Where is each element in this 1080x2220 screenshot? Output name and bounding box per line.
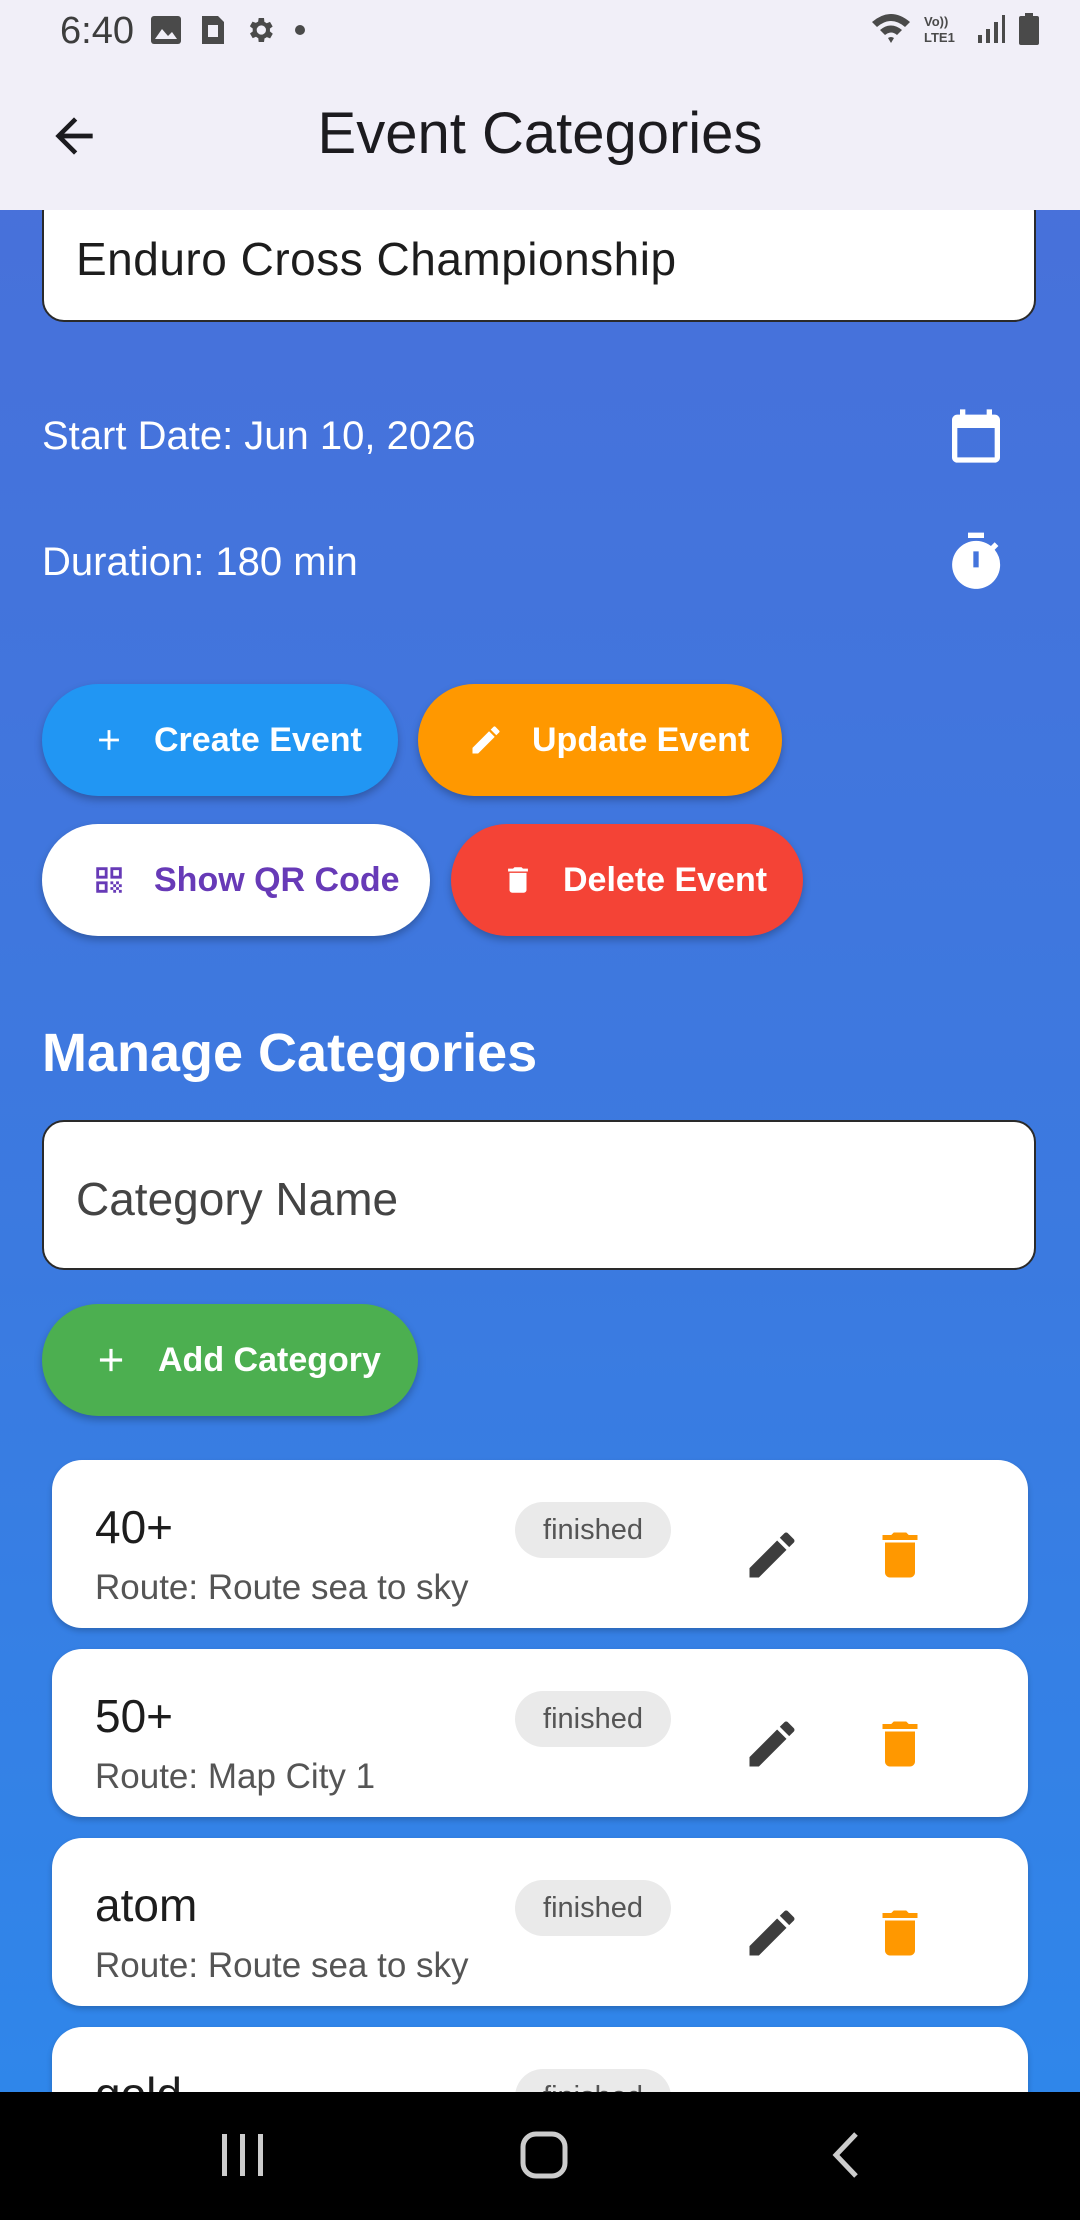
category-name-placeholder: Category Name bbox=[76, 1173, 399, 1225]
category-name-field[interactable]: Category Name bbox=[42, 1120, 1036, 1270]
status-time: 6:40 bbox=[60, 10, 134, 52]
start-date-label: Start Date: Jun 10, 2026 bbox=[42, 414, 476, 458]
category-name: 50+ bbox=[95, 1690, 174, 1742]
back-nav-icon[interactable] bbox=[826, 2130, 866, 2180]
create-event-button[interactable]: Create Event bbox=[42, 684, 398, 796]
duration-label: Duration: 180 min bbox=[42, 540, 358, 584]
svg-text:Vo)): Vo)) bbox=[924, 14, 948, 29]
update-event-button[interactable]: Update Event bbox=[418, 684, 782, 796]
category-name: atom bbox=[95, 1879, 198, 1931]
page-title: Event Categories bbox=[317, 101, 763, 166]
category-route: Route: Route sea to sky bbox=[95, 1946, 469, 1985]
category-name: 40+ bbox=[95, 1501, 174, 1553]
show-qr-label: Show QR Code bbox=[154, 860, 400, 899]
system-nav-bar bbox=[0, 2092, 1080, 2220]
update-event-label: Update Event bbox=[532, 720, 750, 759]
screen: 6:40 Vo)) LTE1 Event Categories Enduro Cr… bbox=[0, 0, 1080, 2092]
delete-event-label: Delete Event bbox=[563, 860, 768, 899]
category-route: Route: Map City 1 bbox=[95, 1757, 376, 1796]
qr-code-icon bbox=[96, 867, 122, 893]
calendar-icon[interactable] bbox=[944, 404, 1008, 468]
trash-icon[interactable] bbox=[870, 1525, 930, 1585]
sim-card-icon bbox=[202, 16, 224, 44]
category-route: Route: Route sea to sky bbox=[95, 1568, 469, 1607]
plus-icon bbox=[99, 1348, 123, 1372]
category-card: 50+ Route: Map City 1 finished bbox=[52, 1649, 1028, 1817]
svg-text:LTE1: LTE1 bbox=[924, 30, 955, 45]
event-name-value: Enduro Cross Championship bbox=[76, 233, 677, 285]
pencil-icon[interactable] bbox=[742, 1525, 802, 1585]
battery-icon bbox=[1019, 13, 1039, 45]
pencil-icon[interactable] bbox=[742, 1714, 802, 1774]
status-bar: 6:40 Vo)) LTE1 bbox=[0, 0, 1080, 62]
recent-apps-icon[interactable] bbox=[220, 2130, 266, 2180]
create-event-label: Create Event bbox=[154, 720, 362, 759]
plus-icon bbox=[99, 730, 119, 750]
pencil-icon bbox=[472, 726, 500, 754]
status-badge: finished bbox=[515, 1691, 671, 1747]
content-scroll[interactable]: Enduro Cross Championship Start Date: Ju… bbox=[0, 210, 1080, 2092]
dot-icon bbox=[295, 25, 305, 35]
trash-icon[interactable] bbox=[870, 1903, 930, 1963]
image-icon bbox=[151, 16, 181, 44]
category-card: 40+ Route: Route sea to sky finished bbox=[52, 1460, 1028, 1628]
manage-categories-heading: Manage Categories bbox=[42, 1023, 538, 1083]
home-icon[interactable] bbox=[519, 2130, 569, 2180]
app-bar: Event Categories bbox=[0, 62, 1080, 210]
category-name: gold bbox=[95, 2067, 182, 2092]
timer-icon[interactable] bbox=[944, 530, 1008, 594]
show-qr-button[interactable]: Show QR Code bbox=[42, 824, 430, 936]
event-name-field[interactable]: Enduro Cross Championship bbox=[42, 210, 1036, 322]
add-category-label: Add Category bbox=[158, 1340, 381, 1379]
wifi-icon bbox=[872, 14, 910, 43]
category-card: gold finished bbox=[52, 2027, 1028, 2092]
status-badge: finished bbox=[515, 2069, 671, 2092]
signal-icon bbox=[978, 15, 1005, 43]
settings-icon bbox=[249, 18, 273, 42]
status-left-icons bbox=[150, 14, 306, 46]
status-badge: finished bbox=[515, 1502, 671, 1558]
status-right-icons: Vo)) LTE1 bbox=[870, 12, 1040, 46]
volte-icon: Vo))LTE1 bbox=[924, 14, 955, 45]
duration-row: Duration: 180 min bbox=[42, 522, 1036, 602]
add-category-button[interactable]: Add Category bbox=[42, 1304, 418, 1416]
trash-icon[interactable] bbox=[870, 1714, 930, 1774]
trash-icon bbox=[508, 867, 528, 893]
delete-event-button[interactable]: Delete Event bbox=[451, 824, 803, 936]
category-card: atom Route: Route sea to sky finished bbox=[52, 1838, 1028, 2006]
pencil-icon[interactable] bbox=[742, 1903, 802, 1963]
start-date-row: Start Date: Jun 10, 2026 bbox=[42, 396, 1036, 476]
status-badge: finished bbox=[515, 1880, 671, 1936]
